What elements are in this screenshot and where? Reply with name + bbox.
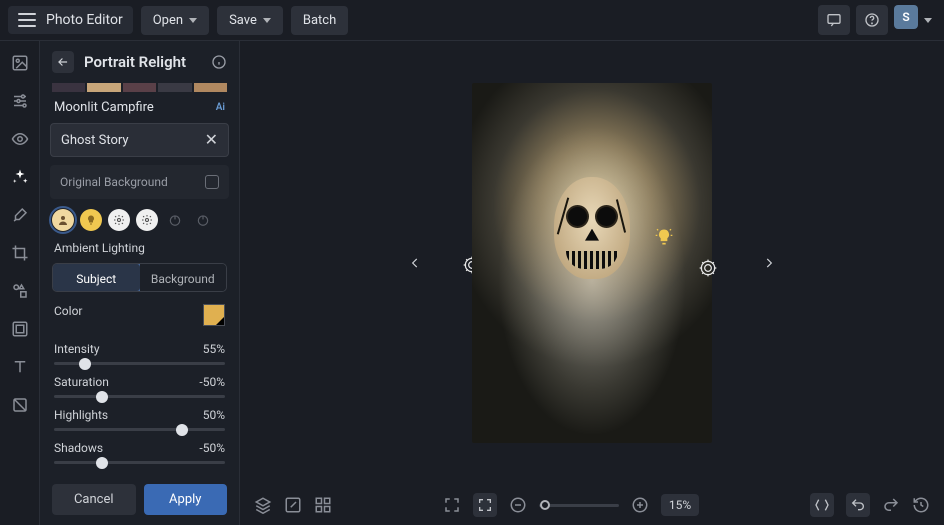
shadows-slider[interactable] [54, 461, 225, 464]
active-preset-chip: Ghost Story ✕ [50, 123, 229, 157]
zoom-slider[interactable] [539, 504, 619, 507]
segment-background[interactable]: Background [140, 264, 227, 291]
relight-panel: Portrait Relight Moonlit Campfire Ai Gho… [40, 41, 240, 525]
original-background-label: Original Background [60, 175, 168, 189]
light-source-row [40, 209, 239, 241]
rail-brush-icon[interactable] [10, 205, 30, 225]
canvas-wrap [240, 41, 944, 485]
feedback-button[interactable] [818, 5, 850, 35]
open-button[interactable]: Open [141, 6, 209, 35]
batch-button[interactable]: Batch [291, 6, 348, 35]
gear-light-2-icon[interactable] [136, 209, 158, 231]
arrow-left-icon [56, 55, 70, 69]
intensity-value: 55% [203, 342, 225, 356]
main-area: Portrait Relight Moonlit Campfire Ai Gho… [0, 40, 944, 525]
subject-light-icon[interactable] [52, 209, 74, 231]
compare-icon[interactable] [810, 493, 834, 517]
highlights-value: 50% [203, 408, 225, 422]
rail-eraser-icon[interactable] [10, 395, 30, 415]
back-button[interactable] [52, 51, 74, 73]
ai-badge: Ai [216, 102, 225, 113]
topbar: Photo Editor Open Save Batch S [0, 0, 944, 40]
segment-subject[interactable]: Subject [52, 263, 141, 292]
edit-icon[interactable] [284, 496, 302, 514]
power-toggle-1[interactable] [164, 209, 186, 231]
app-title-chip: Photo Editor [8, 6, 133, 34]
rail-sparkle-icon[interactable] [10, 167, 30, 187]
zoom-out-icon[interactable] [509, 496, 527, 514]
canvas-gear-right-icon[interactable] [698, 258, 718, 278]
hamburger-icon[interactable] [18, 13, 36, 27]
help-button[interactable] [856, 5, 888, 35]
active-preset-label: Ghost Story [61, 133, 129, 148]
intensity-slider[interactable] [54, 362, 225, 365]
actual-size-icon[interactable] [473, 493, 497, 517]
color-swatch[interactable] [203, 304, 225, 326]
bottom-bar: 15% [240, 485, 944, 525]
help-icon [864, 12, 880, 28]
canvas-image[interactable] [472, 83, 712, 443]
user-menu-caret-icon[interactable] [924, 18, 932, 23]
rail-eye-icon[interactable] [10, 129, 30, 149]
rail-text-icon[interactable] [10, 357, 30, 377]
grid-icon[interactable] [314, 496, 332, 514]
subject-background-segment: Subject Background [52, 263, 227, 292]
zoom-in-icon[interactable] [631, 496, 649, 514]
zoom-value: 15% [661, 494, 699, 516]
preset-thumbnails[interactable] [52, 83, 227, 92]
canvas-stage: 15% [240, 41, 944, 525]
rail-crop-icon[interactable] [10, 243, 30, 263]
saturation-label: Saturation [54, 375, 109, 389]
original-background-checkbox[interactable] [205, 175, 219, 189]
rail-image-icon[interactable] [10, 53, 30, 73]
undo-icon[interactable] [846, 493, 870, 517]
apply-button[interactable]: Apply [144, 484, 228, 515]
intensity-label: Intensity [54, 342, 100, 356]
user-avatar[interactable]: S [894, 5, 918, 29]
color-label: Color [54, 304, 82, 326]
chat-icon [826, 12, 842, 28]
info-icon[interactable] [211, 54, 227, 70]
chevron-right-icon [762, 253, 776, 273]
gear-light-1-icon[interactable] [108, 209, 130, 231]
rail-frame-icon[interactable] [10, 319, 30, 339]
history-icon[interactable] [912, 496, 930, 514]
saturation-slider[interactable] [54, 395, 225, 398]
rail-shapes-icon[interactable] [10, 281, 30, 301]
highlights-slider[interactable] [54, 428, 225, 431]
original-background-row: Original Background [50, 165, 229, 199]
fit-screen-icon[interactable] [443, 496, 461, 514]
previous-image-button[interactable] [400, 245, 430, 281]
highlights-label: Highlights [54, 408, 108, 422]
layers-icon[interactable] [254, 496, 272, 514]
rail-sliders-icon[interactable] [10, 91, 30, 111]
shadows-label: Shadows [54, 441, 103, 455]
save-button[interactable]: Save [217, 6, 283, 35]
clear-preset-button[interactable]: ✕ [205, 132, 218, 148]
power-toggle-2[interactable] [192, 209, 214, 231]
chevron-left-icon [408, 253, 422, 273]
app-title: Photo Editor [46, 12, 123, 28]
tool-rail [0, 41, 40, 525]
cancel-button[interactable]: Cancel [52, 484, 136, 515]
bulb-light-icon[interactable] [80, 209, 102, 231]
next-image-button[interactable] [754, 245, 784, 281]
saturation-value: -50% [199, 375, 225, 389]
canvas-bulb-icon[interactable] [654, 227, 674, 247]
caret-down-icon [189, 18, 197, 23]
caret-down-icon [263, 18, 271, 23]
ambient-lighting-label: Ambient Lighting [40, 241, 239, 263]
redo-icon[interactable] [882, 496, 900, 514]
panel-title: Portrait Relight [84, 53, 201, 71]
shadows-value: -50% [199, 441, 225, 455]
preset-name: Moonlit Campfire [54, 100, 154, 115]
